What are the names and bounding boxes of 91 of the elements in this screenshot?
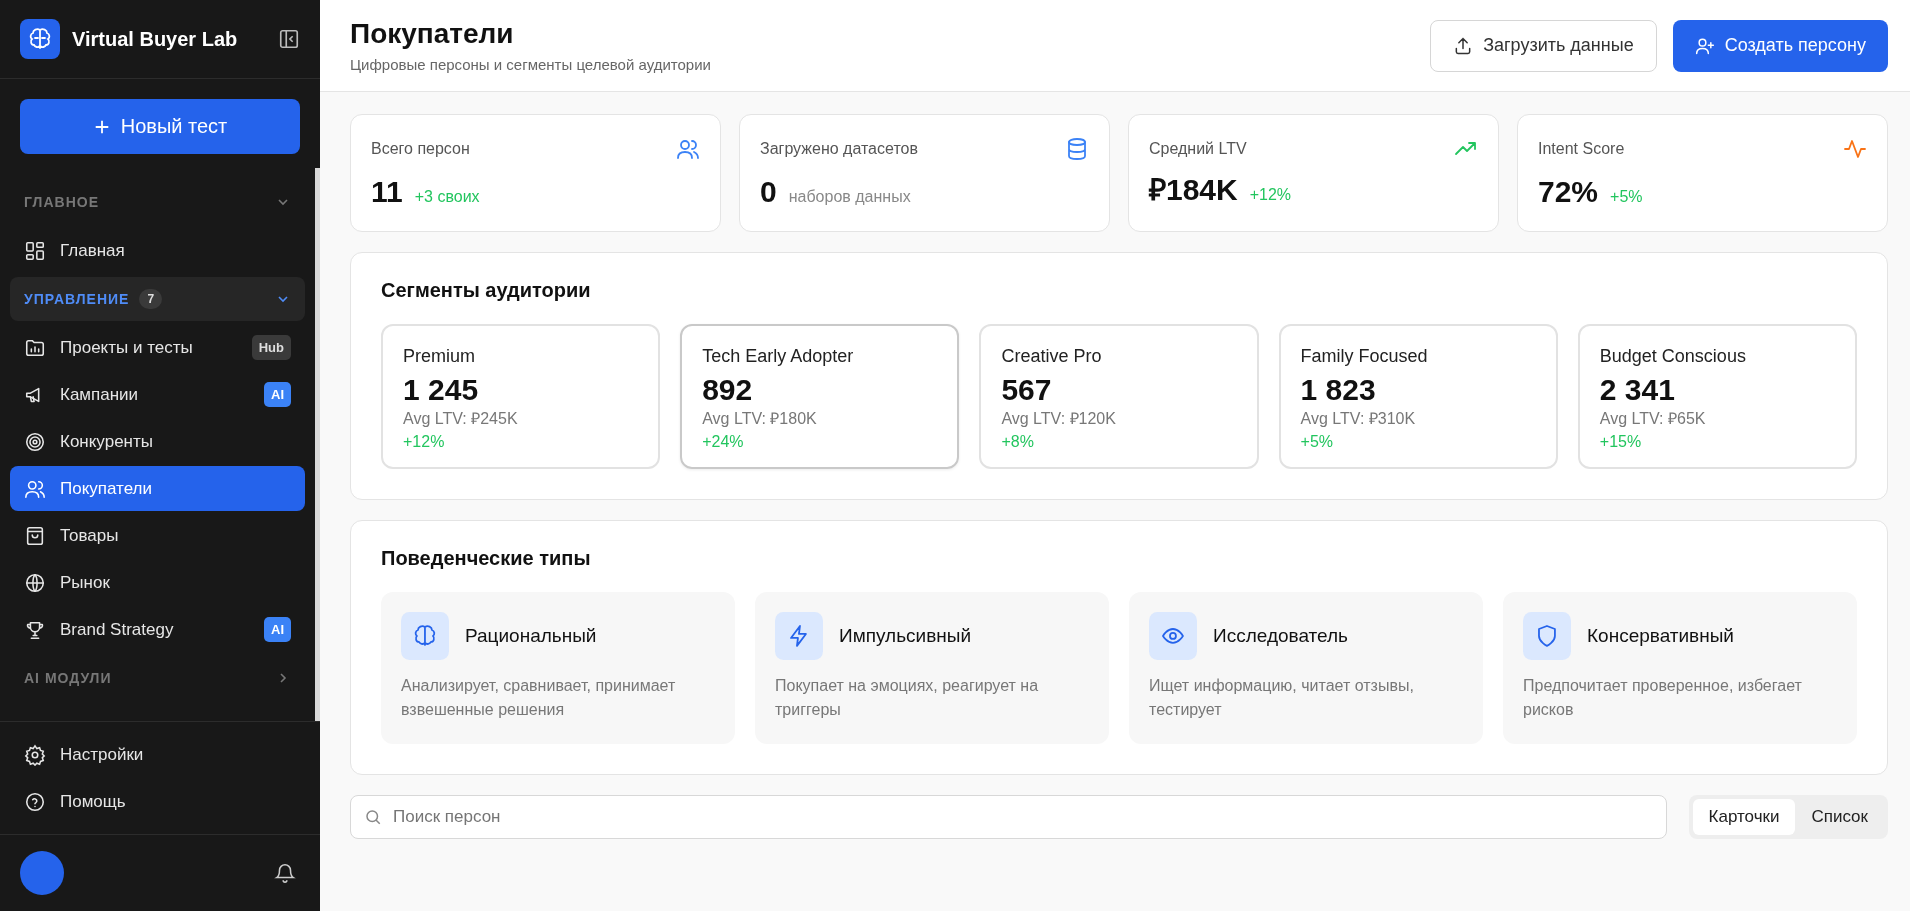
segment-card[interactable]: Tech Early Adopter 892 Avg LTV: ₽180K +24% (680, 324, 960, 469)
segment-count: 1 823 (1300, 373, 1377, 407)
stat-note: +12% (1249, 186, 1292, 204)
nav-item[interactable]: Рынок (10, 560, 305, 605)
behavior-name: Рациональный (465, 625, 597, 647)
behavior-description: Покупает на эмоциях, реагирует на триггеры (775, 676, 1040, 720)
segment-name: Tech Early Adopter (702, 346, 855, 367)
page-title: Покупатели (350, 18, 515, 50)
segment-change: +15% (1599, 433, 1643, 451)
avatar[interactable] (20, 851, 64, 895)
stat-value: 0 (760, 175, 777, 209)
nav-item[interactable]: Главная (10, 228, 305, 273)
segment-change: +8% (1001, 433, 1035, 451)
section-header[interactable]: УПРАВЛЕНИЕ 7 (10, 277, 305, 321)
database-icon (1065, 137, 1089, 161)
stat-value: ₽184K (1149, 172, 1238, 208)
lightning-icon (775, 612, 823, 660)
segment-count: 1 245 (403, 373, 480, 407)
users-icon (676, 137, 700, 161)
sidebar-collapse-icon[interactable] (278, 28, 300, 50)
segment-ltv: Avg LTV: ₽65K (1599, 409, 1707, 429)
tag-badge: AI (264, 382, 291, 407)
segment-change: +24% (702, 433, 745, 451)
behavior-name: Консервативный (1587, 625, 1734, 647)
segment-ltv: Avg LTV: ₽120K (1001, 409, 1117, 429)
page-subtitle: Цифровые персоны и сегменты целевой аудитории (350, 56, 711, 73)
segment-name: Family Focused (1300, 346, 1429, 367)
help-icon (24, 790, 46, 813)
settings-icon (24, 743, 46, 766)
behavior-description: Ищет информацию, читает отзывы, тестирует (1149, 676, 1415, 720)
grid-icon (24, 239, 46, 262)
nav-item[interactable]: Конкуренты (10, 419, 305, 464)
pulse-icon (1843, 137, 1867, 161)
segment-ltv: Avg LTV: ₽180K (702, 409, 818, 429)
view-tab[interactable]: Карточки (1692, 799, 1796, 835)
bag-icon (24, 524, 46, 547)
stat-label: Intent Score (1538, 140, 1625, 158)
segment-card[interactable]: Premium 1 245 Avg LTV: ₽245K +12% (381, 324, 661, 469)
segment-ltv: Avg LTV: ₽310K (1300, 409, 1417, 429)
brand-name: Virtual Buyer Lab (72, 27, 239, 51)
segment-count: 567 (1001, 373, 1053, 407)
count-badge: 7 (139, 289, 163, 309)
stat-label: Загружено датасетов (760, 140, 918, 158)
nav-item[interactable]: Товары (10, 513, 305, 558)
stat-note: наборов данных (788, 188, 911, 206)
panel-title: Сегменты аудитории (381, 279, 592, 302)
target-icon (24, 430, 46, 453)
globe-icon (24, 571, 46, 594)
behavior-name: Импульсивный (839, 625, 972, 647)
stat-label: Всего персон (371, 140, 470, 158)
upload-data-button[interactable]: Загрузить данные (1430, 19, 1657, 72)
segment-name: Premium (403, 346, 476, 367)
bell-icon[interactable] (274, 862, 296, 884)
segment-card[interactable]: Creative Pro 567 Avg LTV: ₽120K +8% (979, 324, 1259, 469)
stat-label: Средний LTV (1149, 140, 1247, 158)
tag-badge: Hub (251, 335, 291, 360)
nav-item[interactable]: Кампании AI (10, 372, 305, 417)
new-test-button[interactable]: Новый тест (20, 99, 300, 154)
segment-count: 892 (702, 373, 754, 407)
behavior-description: Анализирует, сравнивает, принимает взвешенные решения (401, 676, 677, 720)
stat-value: 72% (1538, 175, 1599, 209)
segment-ltv: Avg LTV: ₽245K (403, 409, 519, 429)
nav-item[interactable]: Настройки (10, 732, 310, 777)
segment-count: 2 341 (1599, 373, 1676, 407)
behavior-name: Исследователь (1213, 625, 1348, 647)
section-header[interactable]: ГЛАВНОЕ (10, 180, 305, 224)
search-field[interactable]: Поиск персон (350, 795, 1667, 839)
nav-item[interactable]: Проекты и тесты Hub (10, 325, 305, 370)
create-persona-button[interactable]: Создать персону (1672, 19, 1888, 72)
behavior-description: Предпочитает проверенное, избегает рисков (1523, 676, 1803, 720)
nav-item[interactable]: Помощь (10, 779, 310, 824)
stat-note: +5% (1610, 188, 1643, 206)
nav-item[interactable]: Brand Strategy AI (10, 607, 305, 652)
stat-note: +3 своих (414, 188, 480, 206)
segment-change: +12% (403, 433, 446, 451)
section-header[interactable]: AI МОДУЛИ (10, 656, 305, 700)
brain-logo-icon (20, 19, 60, 59)
segment-name: Budget Conscious (1599, 346, 1747, 367)
search-icon (364, 808, 382, 826)
stat-value: 11 (371, 175, 403, 209)
nav-item[interactable]: Покупатели (10, 466, 305, 511)
shield-icon (1523, 612, 1571, 660)
eye-icon (1149, 612, 1197, 660)
view-tab[interactable]: Список (1795, 799, 1884, 835)
brain-icon (401, 612, 449, 660)
tag-badge: AI (264, 617, 291, 642)
segment-name: Creative Pro (1001, 346, 1103, 367)
segment-card[interactable]: Family Focused 1 823 Avg LTV: ₽310K +5% (1278, 324, 1558, 469)
panel-title: Поведенческие типы (381, 547, 592, 570)
segment-card[interactable]: Budget Conscious 2 341 Avg LTV: ₽65K +15% (1577, 324, 1857, 469)
segment-change: +5% (1300, 433, 1335, 451)
